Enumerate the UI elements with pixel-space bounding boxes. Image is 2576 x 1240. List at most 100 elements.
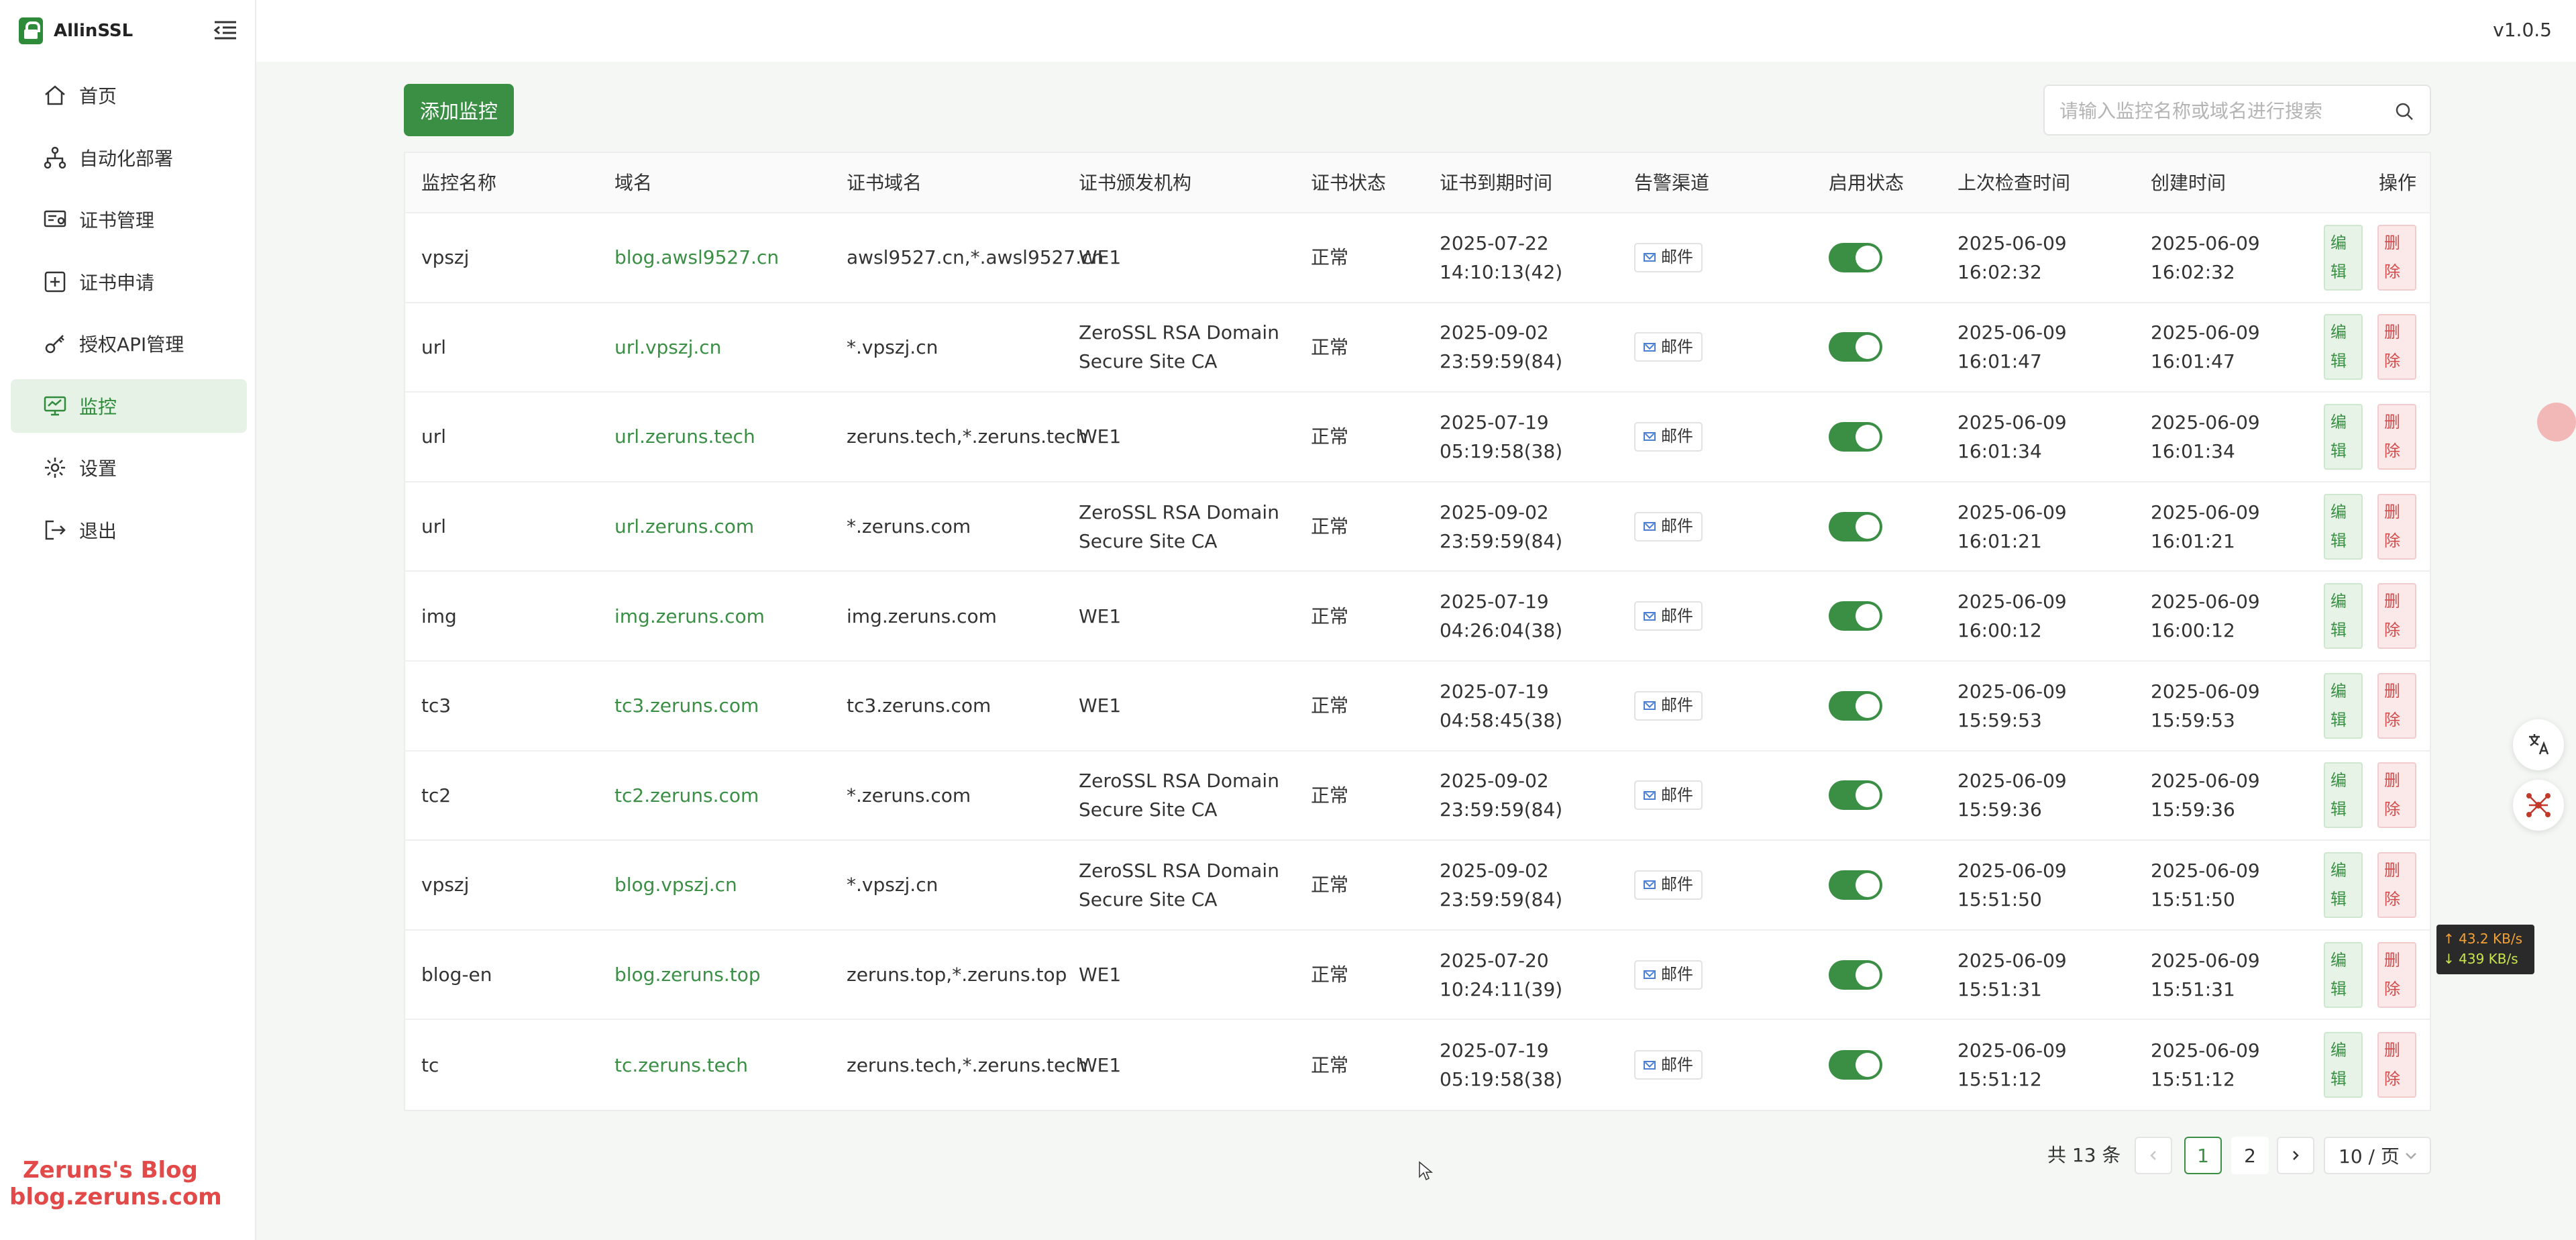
enable-toggle[interactable] xyxy=(1829,601,1882,631)
translate-button[interactable] xyxy=(2513,719,2564,770)
cert-issuer: WE1 xyxy=(1079,1053,1122,1076)
alert-channel-cell: 邮件 xyxy=(1634,931,1829,1019)
delete-button[interactable]: 删除 xyxy=(2377,583,2416,650)
alert-channel-cell: 邮件 xyxy=(1634,482,1829,571)
edit-button[interactable]: 编辑 xyxy=(2324,224,2363,291)
edit-button[interactable]: 编辑 xyxy=(2324,941,2363,1008)
mail-icon xyxy=(1644,701,1656,711)
sidebar-item-label: 设置 xyxy=(79,458,117,480)
created-time: 2025-06-09 15:59:36 xyxy=(2151,770,2260,821)
enable-cell xyxy=(1829,931,1957,1019)
version-label: v1.0.5 xyxy=(2493,19,2552,41)
cert-domain: zeruns.tech,*.zeruns.tech xyxy=(847,1053,1088,1076)
delete-button[interactable]: 删除 xyxy=(2377,941,2416,1008)
sidebar-item-0[interactable]: 首页 xyxy=(11,68,247,122)
cert-status: 正常 xyxy=(1311,335,1349,358)
sidebar: AllinSSL 首页 自动化部署 证书管理 证书申请 授权API管理 监控 设置 退出 Ze… xyxy=(0,0,256,1240)
download-speed: ↓ 439 KB/s xyxy=(2443,951,2518,967)
domain-link[interactable]: tc2.zeruns.com xyxy=(614,752,847,840)
actions-cell: 编辑 删除 xyxy=(2309,1020,2432,1110)
search-icon[interactable] xyxy=(2394,101,2415,122)
cert-domain: *.vpszj.cn xyxy=(847,874,938,896)
certificate-icon xyxy=(44,210,66,227)
cert-issuer: WE1 xyxy=(1079,425,1122,448)
search-input[interactable] xyxy=(2058,95,2383,126)
page-size-select[interactable]: 10 / 页 xyxy=(2324,1137,2431,1174)
domain-link[interactable]: blog.zeruns.top xyxy=(614,931,847,1019)
edit-button[interactable]: 编辑 xyxy=(2324,583,2363,650)
alert-channel-cell: 邮件 xyxy=(1634,213,1829,302)
home-icon xyxy=(45,85,65,105)
alert-channel-badge: 邮件 xyxy=(1634,780,1703,811)
delete-button[interactable]: 删除 xyxy=(2377,762,2416,829)
enable-cell xyxy=(1829,662,1957,750)
sidebar-item-1[interactable]: 自动化部署 xyxy=(11,131,247,185)
monitor-name: url xyxy=(421,335,447,358)
page-button-1[interactable]: 1 xyxy=(2184,1137,2222,1174)
page-button-2[interactable]: 2 xyxy=(2231,1137,2269,1174)
edit-button[interactable]: 编辑 xyxy=(2324,672,2363,739)
sidebar-item-3[interactable]: 证书申请 xyxy=(11,255,247,309)
add-monitor-button[interactable]: 添加监控 xyxy=(404,84,514,136)
domain-link[interactable]: img.zeruns.com xyxy=(614,572,847,660)
sidebar-item-4[interactable]: 授权API管理 xyxy=(11,317,247,370)
network-icon xyxy=(2526,793,2551,817)
enable-toggle[interactable] xyxy=(1829,1050,1882,1080)
domain-link[interactable]: blog.vpszj.cn xyxy=(614,841,847,929)
domain-link[interactable]: url.zeruns.tech xyxy=(614,393,847,481)
enable-toggle[interactable] xyxy=(1829,690,1882,721)
alert-channel-badge: 邮件 xyxy=(1634,1050,1703,1080)
domain-link[interactable]: tc3.zeruns.com xyxy=(614,662,847,750)
edit-button[interactable]: 编辑 xyxy=(2324,314,2363,380)
column-header: 证书颁发机构 xyxy=(1079,171,1192,194)
cert-status: 正常 xyxy=(1311,784,1349,807)
sidebar-item-2[interactable]: 证书管理 xyxy=(11,193,247,246)
next-page-button[interactable] xyxy=(2277,1137,2314,1174)
delete-button[interactable]: 删除 xyxy=(2377,493,2416,560)
toggle-knob xyxy=(1856,872,1880,897)
delete-button[interactable]: 删除 xyxy=(2377,403,2416,470)
network-button[interactable] xyxy=(2513,780,2564,831)
sidebar-item-6[interactable]: 设置 xyxy=(11,441,247,495)
toggle-knob xyxy=(1856,604,1880,629)
assistant-avatar[interactable] xyxy=(2537,403,2576,442)
edit-button[interactable]: 编辑 xyxy=(2324,493,2363,560)
prev-page-button[interactable] xyxy=(2135,1137,2172,1174)
domain-link[interactable]: url.vpszj.cn xyxy=(614,303,847,392)
enable-toggle[interactable] xyxy=(1829,780,1882,811)
edit-button[interactable]: 编辑 xyxy=(2324,762,2363,829)
cert-expire: 2025-07-19 04:26:04(38) xyxy=(1440,590,1563,642)
topbar: v1.0.5 xyxy=(256,0,2576,62)
enable-toggle[interactable] xyxy=(1829,870,1882,900)
cert-issuer: WE1 xyxy=(1079,246,1122,269)
edit-button[interactable]: 编辑 xyxy=(2324,851,2363,918)
watermark: Zeruns's Blog blog.zeruns.com xyxy=(9,1157,222,1210)
enable-toggle[interactable] xyxy=(1829,332,1882,362)
cert-issuer: ZeroSSL RSA Domain Secure Site CA xyxy=(1079,859,1279,911)
column-header: 证书到期时间 xyxy=(1440,171,1553,194)
alert-channel-cell: 邮件 xyxy=(1634,752,1829,840)
collapse-sidebar-icon[interactable] xyxy=(213,20,237,40)
edit-button[interactable]: 编辑 xyxy=(2324,1032,2363,1098)
mail-icon xyxy=(1644,970,1656,980)
delete-button[interactable]: 删除 xyxy=(2377,224,2416,291)
enable-toggle[interactable] xyxy=(1829,242,1882,272)
pagination-total: 共 13 条 xyxy=(2047,1144,2121,1166)
sidebar-item-5[interactable]: 监控 xyxy=(11,378,247,433)
delete-button[interactable]: 删除 xyxy=(2377,672,2416,739)
delete-button[interactable]: 删除 xyxy=(2377,1032,2416,1098)
domain-link[interactable]: blog.awsl9527.cn xyxy=(614,213,847,302)
enable-toggle[interactable] xyxy=(1829,960,1882,990)
cert-expire: 2025-09-02 23:59:59(84) xyxy=(1440,321,1563,373)
actions-cell: 编辑 删除 xyxy=(2309,841,2432,929)
sidebar-item-7[interactable]: 退出 xyxy=(11,503,247,557)
enable-toggle[interactable] xyxy=(1829,511,1882,541)
edit-button[interactable]: 编辑 xyxy=(2324,403,2363,470)
delete-button[interactable]: 删除 xyxy=(2377,851,2416,918)
domain-link[interactable]: url.zeruns.com xyxy=(614,482,847,571)
delete-button[interactable]: 删除 xyxy=(2377,314,2416,380)
domain-link[interactable]: tc.zeruns.tech xyxy=(614,1020,847,1110)
enable-toggle[interactable] xyxy=(1829,421,1882,452)
cert-expire: 2025-07-19 05:19:58(38) xyxy=(1440,1039,1563,1091)
monitor-name: url xyxy=(421,425,447,448)
